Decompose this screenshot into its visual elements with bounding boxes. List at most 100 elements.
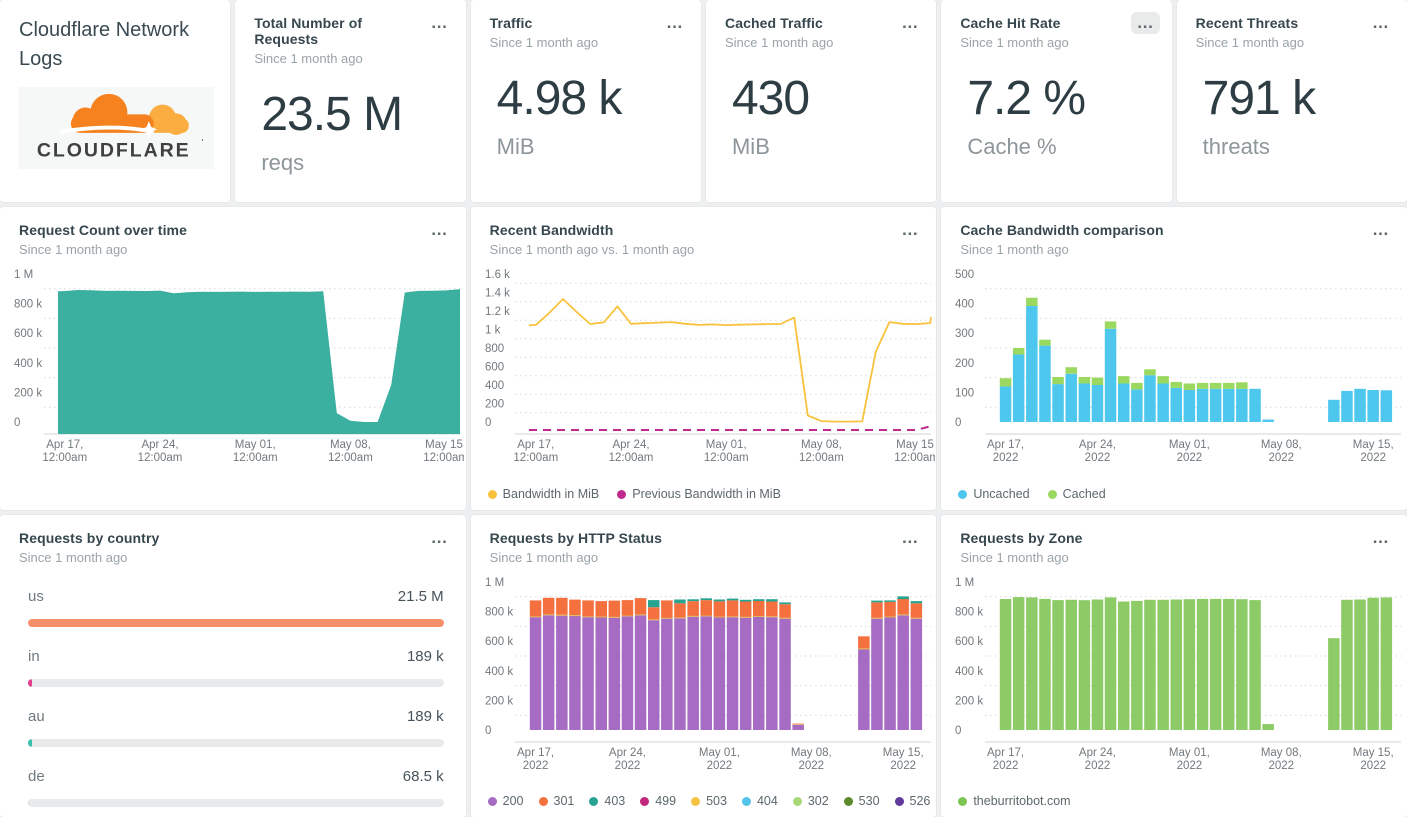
country-row[interactable]: de 68.5 k [28, 768, 444, 807]
svg-text:0: 0 [955, 417, 961, 429]
panel-menu-button[interactable]: … [1366, 219, 1395, 241]
panel-menu-button[interactable]: … [660, 12, 689, 34]
legend-item[interactable]: Bandwidth in MiB [487, 487, 599, 501]
legend-label: 200 [502, 794, 524, 808]
panel-menu-button[interactable]: … [1366, 527, 1395, 549]
kpi-unit: Cache % [967, 134, 1057, 159]
panel-title: Cache Hit Rate [960, 15, 1061, 31]
svg-text:May 01,: May 01, [705, 439, 746, 451]
country-value: 189 k [406, 648, 444, 665]
recent-bandwidth-chart[interactable]: 1.6 k1.4 k1.2 k1 k8006004002000Apr 17,12… [471, 264, 935, 469]
panel-requests-by-country: Requests by country Since 1 month ago … … [0, 515, 466, 817]
country-code: in [28, 648, 40, 665]
svg-text:500: 500 [955, 269, 974, 281]
panel-menu-button[interactable]: … [895, 12, 924, 34]
legend-item[interactable]: 503 [691, 794, 727, 808]
svg-text:0: 0 [485, 417, 491, 429]
svg-text:800: 800 [485, 343, 504, 355]
svg-text:800 k: 800 k [14, 299, 42, 311]
legend-item[interactable]: 530 [843, 794, 880, 808]
country-bar-track [28, 619, 444, 627]
panel-subtitle: Since 1 month ago [960, 550, 1069, 565]
svg-text:400 k: 400 k [955, 666, 983, 678]
svg-text:200: 200 [955, 358, 974, 370]
svg-text:May 01,: May 01, [235, 439, 276, 451]
request-count-chart[interactable]: 1 M800 k600 k400 k200 k0Apr 17,12:00amAp… [0, 264, 464, 469]
legend-item[interactable]: 200 [487, 794, 524, 808]
svg-text:Apr 17,: Apr 17, [46, 439, 83, 451]
cloudflare-wordmark: CLOUDFLARE [37, 139, 191, 161]
legend-item[interactable]: Cached [1047, 487, 1106, 501]
legend-dot-icon [640, 796, 650, 806]
svg-text:12:00am: 12:00am [423, 452, 464, 464]
svg-text:400: 400 [955, 299, 974, 311]
country-row[interactable]: in 189 k [28, 648, 444, 687]
legend-item[interactable]: theburritobot.com [958, 794, 1071, 808]
legend-item[interactable]: Uncached [958, 487, 1030, 501]
svg-text:400 k: 400 k [14, 358, 42, 370]
panel-recent-bandwidth: Recent Bandwidth Since 1 month ago vs. 1… [470, 207, 937, 510]
svg-text:May 15,: May 15, [1353, 439, 1394, 451]
svg-text:400 k: 400 k [485, 666, 513, 678]
zone-chart[interactable]: 1 M800 k600 k400 k200 k0Apr 17,2022Apr 2… [941, 572, 1405, 777]
legend-item[interactable]: 526 [894, 794, 930, 808]
svg-text:Apr 24,: Apr 24, [1079, 747, 1116, 759]
legend-dot-icon [617, 489, 627, 499]
svg-text:Apr 24,: Apr 24, [1079, 439, 1116, 451]
country-code: us [28, 588, 44, 605]
panel-menu-button[interactable]: … [895, 527, 924, 549]
panel-menu-button[interactable]: … [425, 527, 454, 549]
svg-text:800 k: 800 k [485, 607, 513, 619]
panel-menu-button[interactable]: … [895, 219, 924, 241]
kpi-value: 791 k [1202, 72, 1316, 125]
svg-text:2022: 2022 [1085, 452, 1111, 464]
panel-menu-button[interactable]: … [425, 12, 454, 34]
panel-cache-bandwidth: Cache Bandwidth comparison Since 1 month… [941, 207, 1407, 510]
svg-text:May 08,: May 08, [790, 747, 831, 759]
legend-item[interactable]: 404 [741, 794, 778, 808]
panel-subtitle: Since 1 month ago [254, 51, 363, 66]
svg-text:600 k: 600 k [14, 328, 42, 340]
panel-total-requests: Total Number of Requests Since 1 month a… [235, 0, 466, 202]
country-code: de [28, 768, 45, 785]
kpi-unit: threats [1202, 134, 1270, 159]
legend-label: 404 [756, 794, 778, 808]
svg-text:2022: 2022 [1269, 760, 1295, 772]
panel-subtitle: Since 1 month ago [489, 35, 599, 50]
country-row[interactable]: us 21.5 M [28, 588, 444, 627]
legend-item[interactable]: 499 [640, 794, 676, 808]
legend-item[interactable]: 301 [538, 794, 574, 808]
panel-title: Recent Bandwidth [489, 222, 614, 238]
svg-text:0: 0 [14, 417, 20, 429]
kpi-value: 4.98 k [496, 72, 623, 125]
panel-menu-button[interactable]: … [425, 219, 454, 241]
http-status-chart[interactable]: 1 M800 k600 k400 k200 k0Apr 17,2022Apr 2… [471, 572, 935, 777]
legend-dot-icon [958, 796, 968, 806]
panel-subtitle: Since 1 month ago [960, 242, 1069, 257]
cloudflare-logo-image: CLOUDFLARE ' [37, 93, 203, 161]
svg-text:12:00am: 12:00am [608, 452, 653, 464]
svg-text:0: 0 [485, 725, 491, 737]
legend-dot-icon [894, 796, 904, 806]
legend-label: 302 [807, 794, 829, 808]
panel-menu-button[interactable]: … [1130, 12, 1160, 34]
panel-menu-button[interactable]: … [1366, 12, 1395, 34]
country-bar-track [28, 799, 444, 807]
panel-cache-hit-rate: Cache Hit Rate Since 1 month ago … 7.2 %… [941, 0, 1172, 202]
country-row[interactable]: au 189 k [28, 708, 444, 747]
svg-text:300: 300 [955, 328, 974, 340]
svg-text:600: 600 [485, 362, 504, 374]
cache-bandwidth-chart[interactable]: 5004003002001000Apr 17,2022Apr 24,2022Ma… [941, 264, 1405, 469]
svg-text:12:00am: 12:00am [233, 452, 278, 464]
panel-title: Traffic [489, 15, 533, 31]
svg-text:May 08,: May 08, [330, 439, 371, 451]
svg-text:200 k: 200 k [955, 695, 983, 707]
legend-item[interactable]: 302 [792, 794, 829, 808]
panel-subtitle: Since 1 month ago [1195, 35, 1305, 50]
legend-item[interactable]: Previous Bandwidth in MiB [617, 487, 781, 501]
svg-text:0: 0 [955, 725, 961, 737]
svg-text:May 08,: May 08, [1261, 439, 1302, 451]
kpi-value: 7.2 % [967, 72, 1086, 125]
legend-label: Uncached [973, 487, 1030, 501]
legend-item[interactable]: 403 [589, 794, 625, 808]
